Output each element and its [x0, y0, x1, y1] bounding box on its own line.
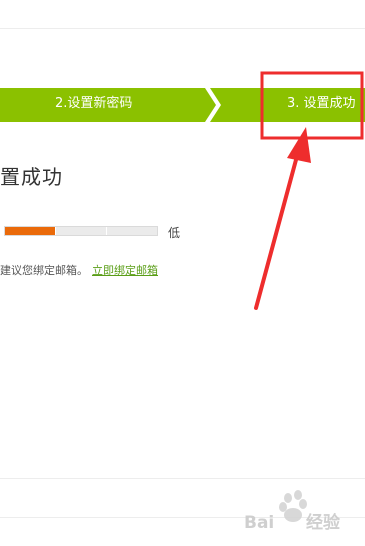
bottom-divider — [0, 478, 365, 479]
strength-segment-2 — [56, 227, 107, 235]
page-title: 置成功 — [0, 165, 63, 189]
password-strength-meter — [4, 226, 158, 236]
bind-email-link[interactable]: 立即绑定邮箱 — [92, 262, 158, 278]
step-3-label: 3. 设置成功 — [287, 96, 356, 111]
strength-segment-1 — [5, 227, 56, 235]
bind-email-tip: 建议您绑定邮箱。 — [0, 264, 88, 277]
step-2-label: 2.设置新密码 — [55, 96, 133, 111]
svg-text:经验: 经验 — [306, 512, 341, 533]
svg-text:Bai: Bai — [244, 513, 274, 533]
strength-segment-3 — [107, 227, 157, 235]
baidu-watermark-logo: Bai 经验 — [244, 490, 341, 533]
strength-level-label: 低 — [168, 226, 181, 240]
